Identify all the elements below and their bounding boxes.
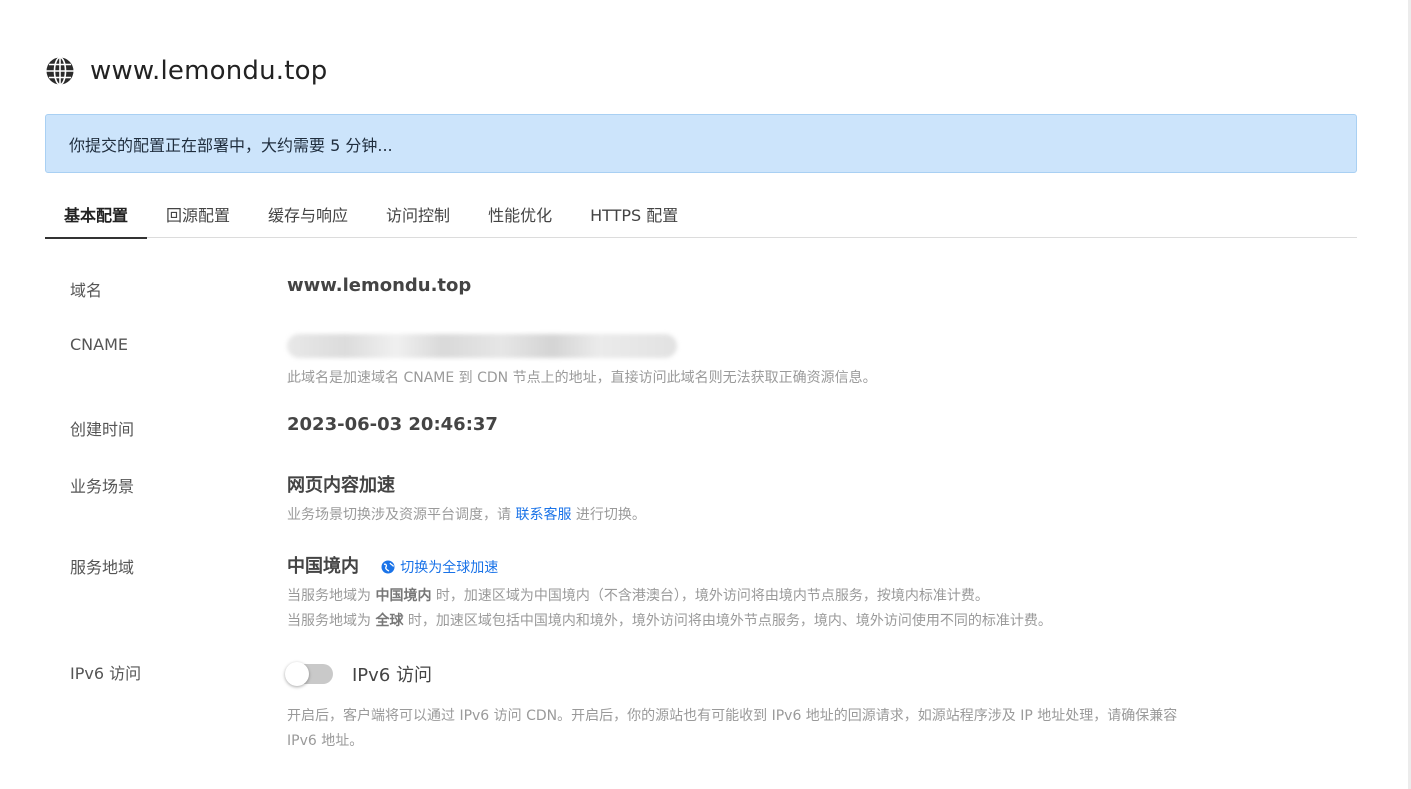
config-tabs: 基本配置 回源配置 缓存与响应 访问控制 性能优化 HTTPS 配置 bbox=[45, 190, 1357, 239]
page-header: www.lemondu.top bbox=[45, 54, 327, 88]
contact-support-link[interactable]: 联系客服 bbox=[515, 507, 571, 523]
cdn-domain-detail-page: www.lemondu.top 你提交的配置正在部署中，大约需要 5 分钟...… bbox=[0, 0, 1411, 789]
tab-performance[interactable]: 性能优化 bbox=[469, 190, 571, 238]
region-note2-a: 当服务地域为 bbox=[287, 613, 376, 629]
service-region-label: 服务地域 bbox=[70, 558, 135, 577]
tab-origin-config[interactable]: 回源配置 bbox=[147, 190, 249, 238]
region-note1-a: 当服务地域为 bbox=[287, 588, 376, 604]
ipv6-label: IPv6 访问 bbox=[70, 664, 142, 683]
scene-note-prefix: 业务场景切换涉及资源平台调度，请 bbox=[287, 507, 516, 523]
ipv6-note-line1: 开启后，客户端将可以通过 IPv6 访问 CDN。开启后，你的源站也有可能收到 … bbox=[287, 708, 1178, 724]
region-note2-c: 时，加速区域包括中国境内和境外，境外访问将由境外节点服务，境内、境外访问使用不同… bbox=[403, 613, 1052, 629]
cname-value-redacted bbox=[287, 334, 677, 358]
cname-note: 此域名是加速域名 CNAME 到 CDN 节点上的地址，直接访问此域名则无法获取… bbox=[287, 370, 877, 386]
switch-global-link[interactable]: 切换为全球加速 bbox=[381, 557, 498, 577]
tab-basic-config[interactable]: 基本配置 bbox=[45, 190, 148, 239]
region-note-global: 当服务地域为 全球 时，加速区域包括中国境内和境外，境外访问将由境外节点服务，境… bbox=[287, 609, 1052, 634]
tab-access-control[interactable]: 访问控制 bbox=[367, 190, 469, 238]
page-title: www.lemondu.top bbox=[90, 56, 328, 86]
ipv6-note-line2: IPv6 地址。 bbox=[287, 733, 364, 749]
ipv6-toggle-label: IPv6 访问 bbox=[352, 665, 432, 686]
switch-global-label: 切换为全球加速 bbox=[400, 560, 499, 576]
ipv6-toggle-row: IPv6 访问 bbox=[285, 661, 1177, 687]
globe-icon bbox=[46, 56, 74, 86]
region-note1-b: 中国境内 bbox=[375, 588, 432, 604]
deploy-status-banner: 你提交的配置正在部署中，大约需要 5 分钟... bbox=[45, 114, 1357, 173]
region-note2-b: 全球 bbox=[375, 613, 404, 629]
created-time-value: 2023-06-03 20:46:37 bbox=[287, 414, 498, 435]
ipv6-toggle-knob bbox=[285, 662, 309, 686]
ipv6-toggle[interactable] bbox=[285, 662, 333, 686]
tab-https-config[interactable]: HTTPS 配置 bbox=[571, 190, 697, 238]
cname-label: CNAME bbox=[70, 335, 128, 354]
region-note-domestic: 当服务地域为 中国境内 时，加速区域为中国境内（不含港澳台），境外访问将由境内节… bbox=[287, 584, 1052, 609]
service-region-row: 中国境内 切换为全球加速 bbox=[287, 552, 1052, 578]
business-scene-value: 网页内容加速 bbox=[287, 475, 395, 496]
service-region-value: 中国境内 bbox=[287, 556, 359, 577]
scene-note-suffix: 进行切换。 bbox=[571, 507, 646, 523]
region-note1-c: 时，加速区域为中国境内（不含港澳台），境外访问将由境内节点服务，按境内标准计费。 bbox=[431, 588, 989, 604]
business-scene-label: 业务场景 bbox=[70, 477, 135, 496]
business-scene-note: 业务场景切换涉及资源平台调度，请 联系客服 进行切换。 bbox=[287, 503, 646, 528]
switch-globe-icon bbox=[381, 560, 395, 574]
domain-value: www.lemondu.top bbox=[287, 275, 472, 296]
tab-cache-response[interactable]: 缓存与响应 bbox=[249, 190, 367, 238]
domain-label: 域名 bbox=[70, 281, 103, 300]
banner-message: 你提交的配置正在部署中，大约需要 5 分钟... bbox=[69, 135, 393, 155]
created-time-label: 创建时间 bbox=[70, 420, 135, 439]
